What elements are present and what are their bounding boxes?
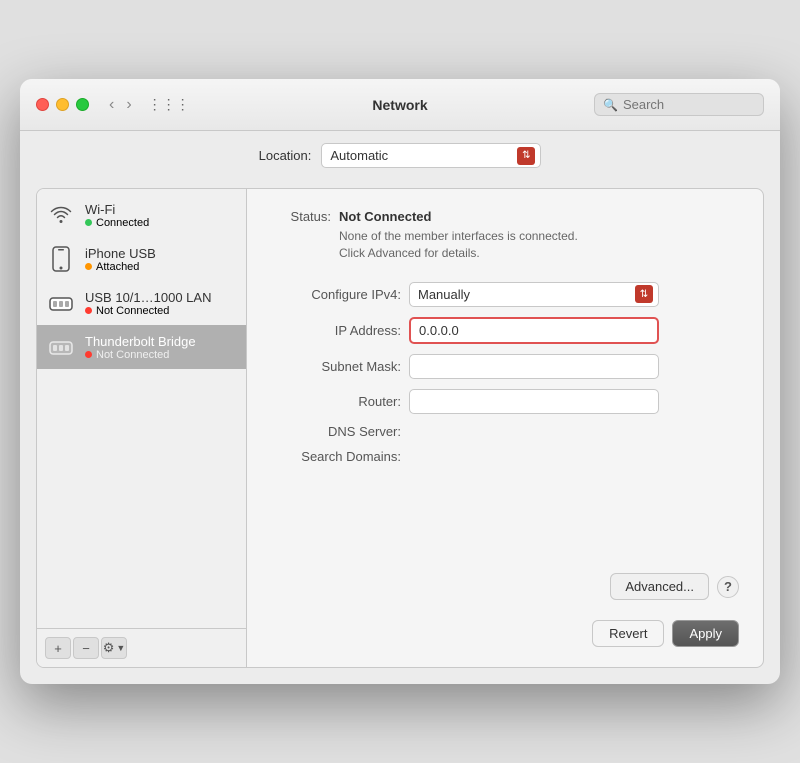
status-dot-iphone <box>85 263 92 270</box>
sidebar-item-name-wifi: Wi-Fi <box>85 202 149 217</box>
nav-buttons: ‹ › <box>105 95 136 115</box>
remove-network-button[interactable]: − <box>73 637 99 659</box>
sidebar-bottom: + − ⚙ ▼ <box>37 628 246 667</box>
sidebar-item-info-wifi: Wi-Fi Connected <box>85 202 149 229</box>
search-icon: 🔍 <box>603 98 618 112</box>
search-domains-row: Search Domains: <box>271 449 739 464</box>
dns-label: DNS Server: <box>271 424 401 439</box>
help-button[interactable]: ? <box>717 576 739 598</box>
sidebar-item-usb-lan[interactable]: USB 10/1…1000 LAN Not Connected <box>37 281 246 325</box>
gear-icon: ⚙ <box>103 640 115 656</box>
bottom-buttons: Revert Apply <box>271 608 739 647</box>
status-description: None of the member interfaces is connect… <box>339 228 739 262</box>
apply-button[interactable]: Apply <box>672 620 739 647</box>
network-window: ‹ › ⋮⋮⋮ Network 🔍 Location: Automatic ⇅ <box>20 79 780 684</box>
configure-label: Configure IPv4: <box>271 287 401 302</box>
location-bar: Location: Automatic ⇅ <box>36 131 764 176</box>
sidebar-item-wifi[interactable]: Wi-Fi Connected <box>37 193 246 237</box>
content-area: Location: Automatic ⇅ <box>20 131 780 684</box>
gear-chevron-icon: ▼ <box>116 643 125 653</box>
status-dot-usb-lan <box>85 307 92 314</box>
status-dot-thunderbolt <box>85 351 92 358</box>
router-input[interactable] <box>409 389 659 414</box>
sidebar-item-status-iphone: Attached <box>85 261 156 273</box>
maximize-button[interactable] <box>76 98 89 111</box>
configure-select-wrapper: Manually ⇅ <box>409 282 659 307</box>
close-button[interactable] <box>36 98 49 111</box>
add-network-button[interactable]: + <box>45 637 71 659</box>
minimize-button[interactable] <box>56 98 69 111</box>
traffic-lights <box>36 98 89 111</box>
sidebar: Wi-Fi Connected <box>37 189 247 667</box>
advanced-section: Advanced... ? <box>271 573 739 600</box>
sidebar-item-info-iphone: iPhone USB Attached <box>85 246 156 273</box>
search-input[interactable] <box>623 97 755 112</box>
detail-panel: Status: Not Connected None of the member… <box>247 189 763 667</box>
sidebar-list: Wi-Fi Connected <box>37 189 246 628</box>
sidebar-item-iphone-usb[interactable]: iPhone USB Attached <box>37 237 246 281</box>
status-dot-wifi <box>85 219 92 226</box>
form-section: Configure IPv4: Manually ⇅ IP Address: <box>271 282 739 464</box>
status-key: Status: <box>271 209 331 224</box>
ip-address-input[interactable] <box>409 317 659 344</box>
status-value: Not Connected <box>339 209 431 224</box>
subnet-mask-row: Subnet Mask: <box>271 354 739 379</box>
wifi-icon <box>47 201 75 229</box>
sidebar-item-info-thunderbolt: Thunderbolt Bridge Not Connected <box>85 334 196 361</box>
subnet-mask-input[interactable] <box>409 354 659 379</box>
location-select-wrapper: Automatic ⇅ <box>321 143 541 168</box>
main-panel: Wi-Fi Connected <box>36 188 764 668</box>
location-select[interactable]: Automatic <box>321 143 541 168</box>
window-title: Network <box>372 97 427 113</box>
search-domains-label: Search Domains: <box>271 449 401 464</box>
location-label: Location: <box>259 148 312 163</box>
forward-button[interactable]: › <box>122 95 135 115</box>
revert-button[interactable]: Revert <box>592 620 664 647</box>
search-bar: 🔍 <box>594 93 764 116</box>
sidebar-item-thunderbolt[interactable]: Thunderbolt Bridge Not Connected <box>37 325 246 369</box>
router-label: Router: <box>271 394 401 409</box>
usb-lan-icon <box>47 289 75 317</box>
sidebar-item-status-wifi: Connected <box>85 217 149 229</box>
ip-label: IP Address: <box>271 323 401 338</box>
configure-ipv4-select[interactable]: Manually <box>409 282 659 307</box>
configure-ipv4-row: Configure IPv4: Manually ⇅ <box>271 282 739 307</box>
ip-address-row: IP Address: <box>271 317 739 344</box>
sidebar-item-name-thunderbolt: Thunderbolt Bridge <box>85 334 196 349</box>
sidebar-item-name-iphone: iPhone USB <box>85 246 156 261</box>
phone-icon <box>47 245 75 273</box>
sidebar-item-status-thunderbolt: Not Connected <box>85 349 196 361</box>
status-section: Status: Not Connected None of the member… <box>271 209 739 262</box>
dns-row: DNS Server: <box>271 424 739 439</box>
sidebar-item-status-usb-lan: Not Connected <box>85 305 211 317</box>
subnet-label: Subnet Mask: <box>271 359 401 374</box>
sidebar-item-name-usb-lan: USB 10/1…1000 LAN <box>85 290 211 305</box>
gear-button[interactable]: ⚙ ▼ <box>101 637 127 659</box>
status-row: Status: Not Connected <box>271 209 739 224</box>
back-button[interactable]: ‹ <box>105 95 118 115</box>
sidebar-item-info-usb-lan: USB 10/1…1000 LAN Not Connected <box>85 290 211 317</box>
grid-icon: ⋮⋮⋮ <box>148 96 190 113</box>
advanced-button[interactable]: Advanced... <box>610 573 709 600</box>
router-row: Router: <box>271 389 739 414</box>
thunderbolt-icon <box>47 333 75 361</box>
titlebar: ‹ › ⋮⋮⋮ Network 🔍 <box>20 79 780 131</box>
